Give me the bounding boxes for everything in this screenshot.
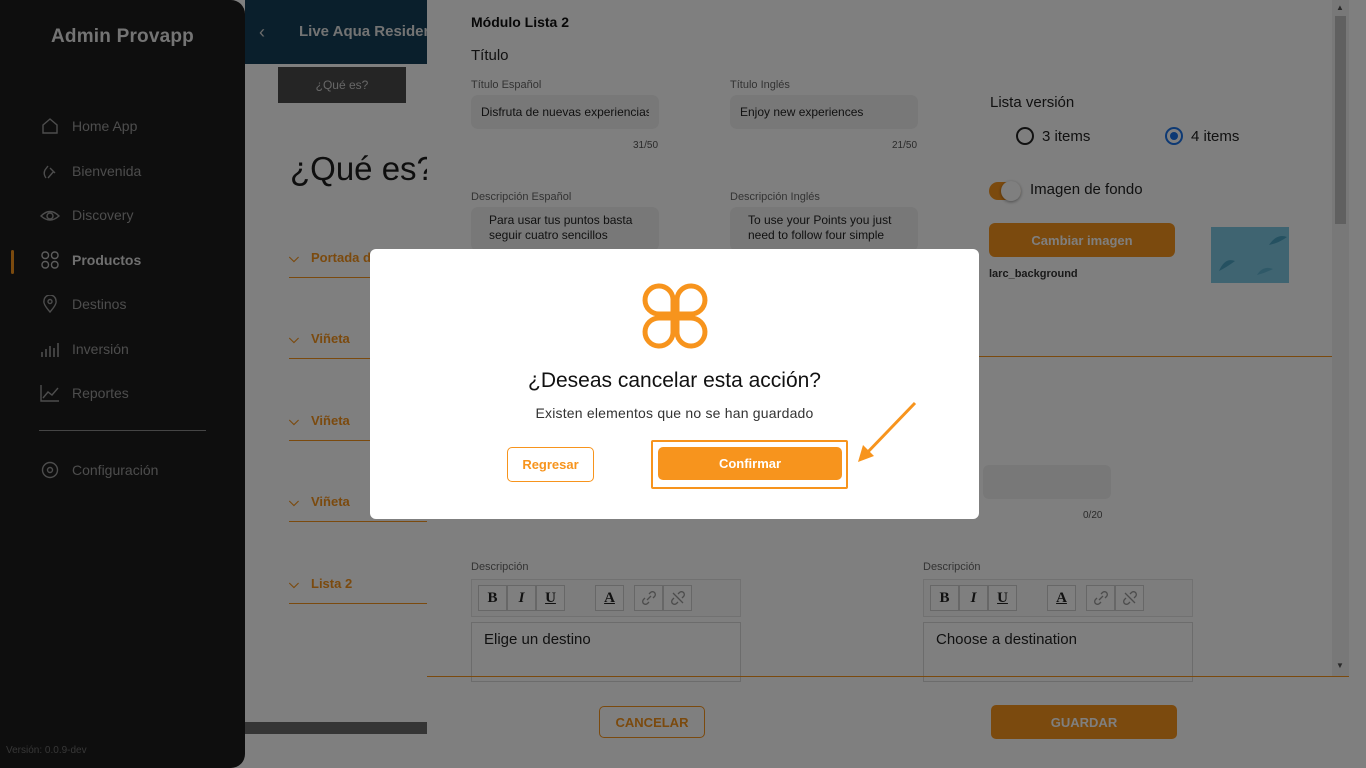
confirm-dialog: ¿Deseas cancelar esta acción? Existen el… (370, 249, 979, 519)
pointer-arrow-icon (858, 401, 917, 462)
confirm-button[interactable]: Confirmar (658, 447, 842, 480)
back-button[interactable]: Regresar (507, 447, 594, 482)
clover-logo-icon (642, 283, 708, 349)
dialog-title: ¿Deseas cancelar esta acción? (528, 369, 821, 392)
